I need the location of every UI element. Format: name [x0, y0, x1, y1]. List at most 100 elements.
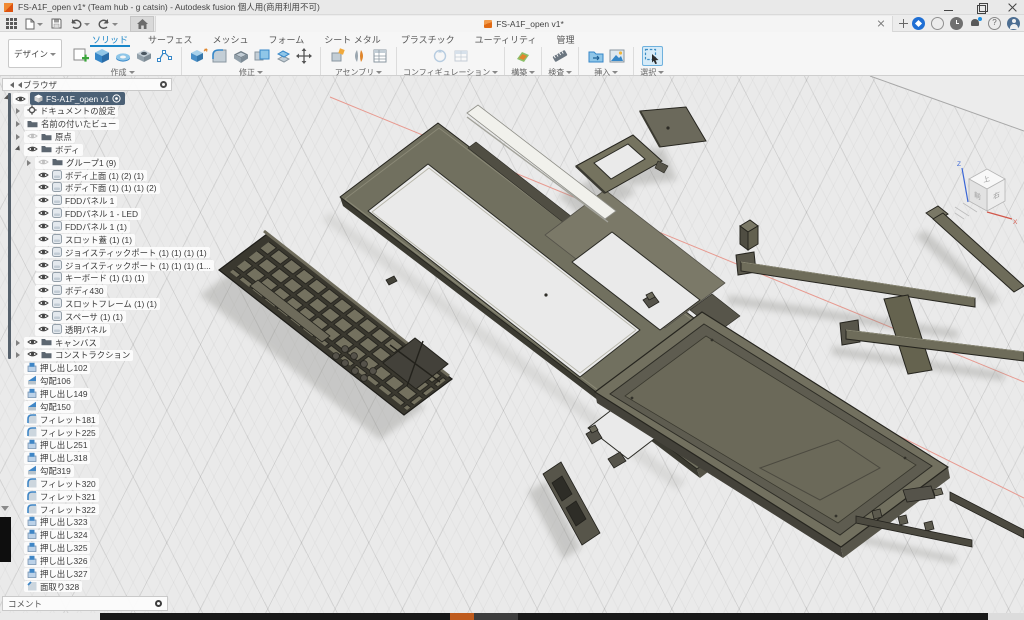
browser-item[interactable]: FDDパネル 1 - LED — [2, 208, 172, 221]
browser-item[interactable]: ボディ上面 (1) (2) (1) — [2, 169, 172, 182]
collapse-panel-icon[interactable] — [7, 82, 14, 88]
ribbon-tab[interactable]: プラスチック — [391, 32, 465, 46]
browser-item[interactable]: フィレット321 — [2, 490, 172, 503]
select-button[interactable] — [642, 46, 663, 66]
insert-derive-button[interactable] — [585, 46, 606, 66]
browser-item[interactable]: 押し出し326 — [2, 555, 172, 568]
eye-icon[interactable] — [38, 312, 49, 322]
browser-item[interactable]: 押し出し149 — [2, 388, 172, 401]
browser-item[interactable]: キーボード (1) (1) (1) — [2, 272, 172, 285]
browser-item[interactable]: グループ1 (9) — [2, 156, 172, 169]
eye-icon[interactable] — [38, 222, 49, 232]
browser-item[interactable]: 押し出し251 — [2, 439, 172, 452]
browser-header[interactable]: ブラウザ — [2, 78, 172, 91]
browser-item[interactable]: 勾配150 — [2, 400, 172, 413]
combine-button[interactable] — [251, 46, 272, 66]
home-tab-button[interactable] — [130, 16, 154, 32]
eye-icon[interactable] — [38, 158, 49, 168]
fillet-button[interactable] — [209, 46, 230, 66]
press-pull-button[interactable] — [188, 46, 209, 66]
eye-icon[interactable] — [38, 299, 49, 309]
browser-item[interactable]: 面取り328 — [2, 580, 172, 593]
browser-item[interactable]: スロットフレーム (1) (1) — [2, 298, 172, 311]
redo-button[interactable] — [94, 16, 122, 31]
browser-item[interactable]: 名前の付いたビュー — [2, 118, 172, 131]
browser-item[interactable]: ボディ — [2, 144, 172, 157]
browser-item[interactable]: ジョイスティックポート (1) (1) (1) (1... — [2, 259, 172, 272]
part-fdd-panel[interactable] — [640, 107, 706, 147]
browser-item[interactable]: ドキュメントの設定 — [2, 105, 172, 118]
taskbar-app[interactable] — [474, 613, 518, 620]
eye-icon[interactable] — [27, 145, 38, 155]
view-cube[interactable]: Z X 上 前 右 — [953, 155, 1023, 227]
browser-item[interactable]: 原点 — [2, 131, 172, 144]
sync-status-icon[interactable] — [931, 17, 944, 30]
sketch-button[interactable] — [70, 46, 91, 66]
browser-root-row[interactable]: FS-A1F_open v1 — [2, 92, 172, 105]
browser-item[interactable]: 押し出し327 — [2, 567, 172, 580]
new-tab-button[interactable] — [898, 18, 909, 29]
ribbon-tab[interactable]: 管理 — [547, 32, 585, 46]
eye-icon[interactable] — [27, 350, 38, 360]
eye-icon[interactable] — [38, 171, 49, 181]
browser-item[interactable]: フィレット225 — [2, 426, 172, 439]
sketch-palette-button[interactable] — [154, 46, 175, 66]
workspace-selector[interactable]: デザイン — [8, 39, 62, 68]
browser-item[interactable]: FDDパネル 1 — [2, 195, 172, 208]
taskbar-app-active[interactable] — [450, 613, 474, 620]
activate-radio-icon[interactable] — [112, 94, 121, 103]
construction-plane-button[interactable] — [513, 46, 534, 66]
move-copy-button[interactable] — [293, 46, 314, 66]
eye-icon[interactable] — [38, 196, 49, 206]
ribbon-tab[interactable]: ユーティリティ — [465, 32, 547, 46]
browser-item[interactable]: 押し出し318 — [2, 452, 172, 465]
eye-icon[interactable] — [38, 183, 49, 193]
ribbon-tab[interactable]: サーフェス — [138, 32, 202, 46]
ribbon-tab[interactable]: ソリッド — [82, 32, 138, 46]
eye-icon[interactable] — [38, 235, 49, 245]
measure-button[interactable] — [550, 46, 571, 66]
revolve-button[interactable] — [112, 46, 133, 66]
eye-icon[interactable] — [38, 286, 49, 296]
eye-icon[interactable] — [38, 325, 49, 335]
browser-item[interactable]: フィレット320 — [2, 477, 172, 490]
browser-item[interactable]: 透明パネル — [2, 323, 172, 336]
data-panel-button[interactable] — [2, 16, 21, 31]
browser-item[interactable]: 押し出し325 — [2, 542, 172, 555]
restore-button[interactable] — [976, 3, 986, 13]
new-component-button[interactable] — [327, 46, 348, 66]
browser-item[interactable]: 勾配319 — [2, 465, 172, 478]
file-menu-button[interactable] — [21, 16, 47, 31]
eye-icon[interactable] — [38, 209, 49, 219]
browser-item[interactable]: ボディ下面 (1) (1) (1) (2) — [2, 182, 172, 195]
configure-button-1[interactable] — [430, 46, 451, 66]
joint-button[interactable] — [348, 46, 369, 66]
browser-item[interactable]: 勾配106 — [2, 375, 172, 388]
taskbar-tray[interactable] — [988, 613, 1024, 620]
browser-item[interactable]: 押し出し324 — [2, 529, 172, 542]
configure-button-2[interactable] — [451, 46, 472, 66]
extrude-button[interactable] — [91, 46, 112, 66]
help-icon[interactable]: ? — [988, 17, 1001, 30]
ribbon-tab[interactable]: メッシュ — [202, 32, 258, 46]
close-button[interactable] — [1008, 3, 1018, 13]
browser-item[interactable]: FDDパネル 1 (1) — [2, 221, 172, 234]
browser-item[interactable]: フィレット181 — [2, 413, 172, 426]
minimize-button[interactable] — [944, 3, 954, 13]
save-button[interactable] — [47, 16, 66, 31]
browser-item[interactable]: 押し出し102 — [2, 362, 172, 375]
undo-button[interactable] — [66, 16, 94, 31]
browser-item[interactable]: フィレット322 — [2, 503, 172, 516]
ribbon-tab[interactable]: シート メタル — [314, 32, 391, 46]
browser-item[interactable]: コンストラクション — [2, 349, 172, 362]
eye-icon[interactable] — [38, 273, 49, 283]
insert-canvas-button[interactable] — [606, 46, 627, 66]
comments-bar[interactable]: コメント — [2, 596, 168, 611]
job-status-icon[interactable] — [950, 17, 963, 30]
document-tab[interactable]: FS-A1F_open v1* — [155, 16, 893, 32]
close-tab-icon[interactable] — [876, 19, 886, 29]
eye-icon[interactable] — [27, 338, 38, 348]
browser-item[interactable]: ジョイスティックポート (1) (1) (1) (1) — [2, 246, 172, 259]
browser-settings-icon[interactable] — [160, 81, 167, 88]
browser-item[interactable]: スペーサ (1) (1) — [2, 311, 172, 324]
